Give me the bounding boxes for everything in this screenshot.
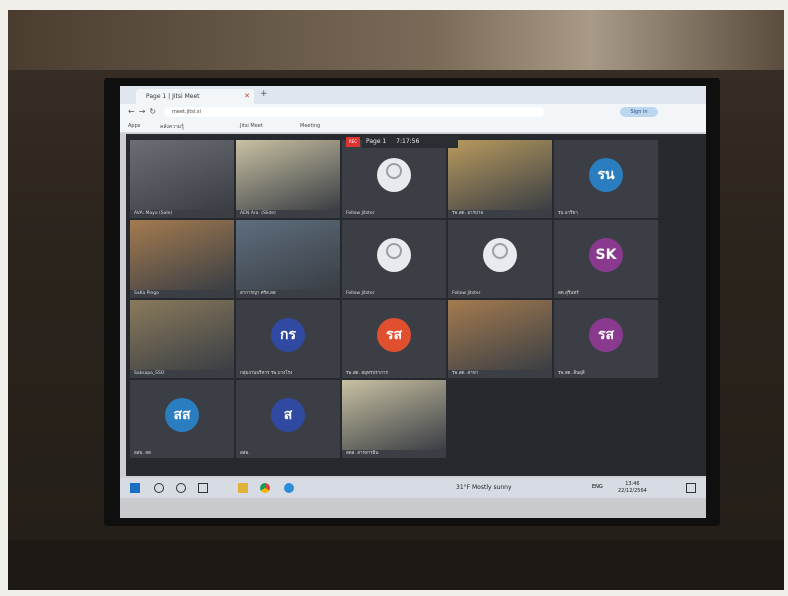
participant-name: สาการญา ศรีส.สส — [240, 291, 276, 296]
meeting-time: 7:17:56 — [396, 138, 420, 145]
weather-widget[interactable]: 31°F Mostly sunny — [456, 484, 512, 491]
task-view-icon[interactable] — [198, 483, 208, 493]
bookmarks-bar: Apps คลังความรู้ Jitsi Meet Meeting — [120, 120, 706, 133]
participant-tile[interactable]: รพ.สต. อารปาล — [448, 140, 552, 218]
file-explorer-icon[interactable] — [238, 483, 248, 493]
clock[interactable]: 13:46 22/12/2564 — [618, 481, 647, 495]
avatar: SK — [589, 238, 623, 273]
participant-name: กลุ่มงานบริหาร รพ.บางโรง — [240, 371, 293, 376]
participant-tile[interactable]: รสรพ.สต. สมุทรปราการ — [342, 300, 446, 378]
page-indicator: Page 1 — [366, 138, 387, 145]
participant-tile[interactable]: SK สต.สุรินทร์ — [554, 220, 658, 298]
participant-video — [342, 380, 446, 450]
page-overlay: REC Page 1 7:17:56 — [346, 136, 458, 148]
participant-name: รพ.สต. สมุทรปราการ — [346, 371, 388, 376]
tab-title: Page 1 | Jitsi Meet — [146, 93, 200, 100]
screen-bottom-bezel — [120, 498, 706, 518]
participant-name: รพ.สต. สาขา — [452, 371, 479, 376]
participant-tile[interactable]: สดส. สารสารอิน — [342, 380, 446, 458]
participant-name: รพ.สต. สินธุสิ — [558, 371, 585, 376]
participant-name: รพ.สต. อารปาล — [452, 211, 484, 216]
projected-screen: Page 1 | Jitsi Meet ✕ + ←→↻ meet.jitsi.s… — [120, 86, 706, 518]
rec-badge: REC — [346, 137, 360, 147]
chrome-icon[interactable] — [260, 483, 270, 493]
participant-name: Saksapa_SSO — [134, 371, 165, 376]
browser-tab[interactable]: Page 1 | Jitsi Meet ✕ — [136, 89, 254, 104]
participant-tile[interactable]: สสอสม. สส — [130, 380, 234, 458]
participant-name: Fellow Jitster — [346, 291, 375, 296]
participant-tile[interactable]: Fellow Jitster — [342, 140, 446, 218]
edge-icon[interactable] — [284, 483, 294, 493]
participant-tile[interactable]: สาการญา ศรีส.สส — [236, 220, 340, 298]
participant-tile[interactable]: รพ.สต. สาขา — [448, 300, 552, 378]
participant-name: Fellow Jitster — [452, 291, 481, 296]
participant-tile[interactable]: สสสอ. — [236, 380, 340, 458]
notification-icon[interactable] — [686, 483, 696, 493]
photo: Page 1 | Jitsi Meet ✕ + ←→↻ meet.jitsi.s… — [0, 0, 788, 596]
participant-name: Fellow Jitster — [346, 211, 375, 216]
participant-name: SaKa Pingo — [134, 291, 160, 296]
nav-buttons-icon[interactable]: ←→↻ — [128, 107, 160, 116]
participant-name: รน อาริยา — [558, 211, 578, 216]
participant-name: AVA: Mayo (Sale) — [134, 211, 173, 216]
avatar: รน — [589, 158, 623, 193]
participant-tile[interactable]: กรกลุ่มงานบริหาร รพ.บางโรง — [236, 300, 340, 378]
participant-name: AEN Ara. (Slide) — [240, 211, 276, 216]
language-indicator[interactable]: ENG — [592, 484, 603, 490]
participant-video — [130, 140, 234, 210]
table-edge — [8, 540, 784, 590]
default-avatar-icon — [483, 238, 517, 273]
avatar: รส — [377, 318, 411, 353]
participant-video — [448, 140, 552, 210]
participant-tile[interactable]: SaKa Pingo — [130, 220, 234, 298]
participant-tile[interactable]: AVA: Mayo (Sale) — [130, 140, 234, 218]
participant-tile[interactable]: Saksapa_SSO — [130, 300, 234, 378]
search-icon[interactable] — [154, 483, 164, 493]
bookmark-item[interactable]: Apps — [128, 123, 140, 129]
windows-start-icon[interactable] — [130, 483, 140, 493]
new-tab-icon[interactable]: + — [260, 89, 268, 99]
cortana-icon[interactable] — [176, 483, 186, 493]
participant-tile[interactable]: Fellow Jitster — [342, 220, 446, 298]
participant-video — [130, 220, 234, 290]
address-bar: ←→↻ meet.jitsi.si Sign in — [120, 104, 706, 120]
participant-tile[interactable]: รนรน อาริยา — [554, 140, 658, 218]
participant-name: อสม. สส — [134, 451, 151, 456]
windows-taskbar: 31°F Mostly sunny ENG 13:46 22/12/2564 — [120, 478, 706, 498]
default-avatar-icon — [377, 158, 411, 193]
url-field[interactable]: meet.jitsi.si — [164, 107, 544, 117]
participant-name: สสอ. — [240, 451, 250, 456]
default-avatar-icon — [377, 238, 411, 273]
browser-tabbar: Page 1 | Jitsi Meet ✕ + — [120, 86, 706, 104]
participant-tile[interactable]: รสรพ.สต. สินธุสิ — [554, 300, 658, 378]
bookmark-item[interactable]: Jitsi Meet — [240, 123, 263, 129]
participant-tile[interactable]: Fellow Jitster — [448, 220, 552, 298]
participant-video — [236, 220, 340, 290]
close-icon[interactable]: ✕ — [244, 89, 250, 104]
bookmark-item[interactable]: Meeting — [300, 123, 320, 129]
avatar: กร — [271, 318, 305, 353]
participant-video — [130, 300, 234, 370]
participant-name: สดส. สารสารอิน — [346, 451, 379, 456]
clock-date: 22/12/2564 — [618, 488, 647, 494]
participant-video — [448, 300, 552, 370]
avatar: ส — [271, 398, 305, 433]
participant-video — [236, 140, 340, 210]
clock-time: 13:46 — [625, 481, 640, 487]
meeting-grid: สดส. สารสารอินสสสอ. สส อสม. สส รส รพ.สต. สิน… — [126, 134, 706, 506]
signin-button[interactable]: Sign in — [620, 107, 658, 117]
bookmark-item[interactable]: คลังความรู้ — [160, 123, 184, 131]
avatar: รส — [589, 318, 623, 353]
participant-name: สต.สุรินทร์ — [558, 291, 579, 296]
participant-tile[interactable]: AEN Ara. (Slide) — [236, 140, 340, 218]
avatar: สส — [165, 398, 199, 433]
